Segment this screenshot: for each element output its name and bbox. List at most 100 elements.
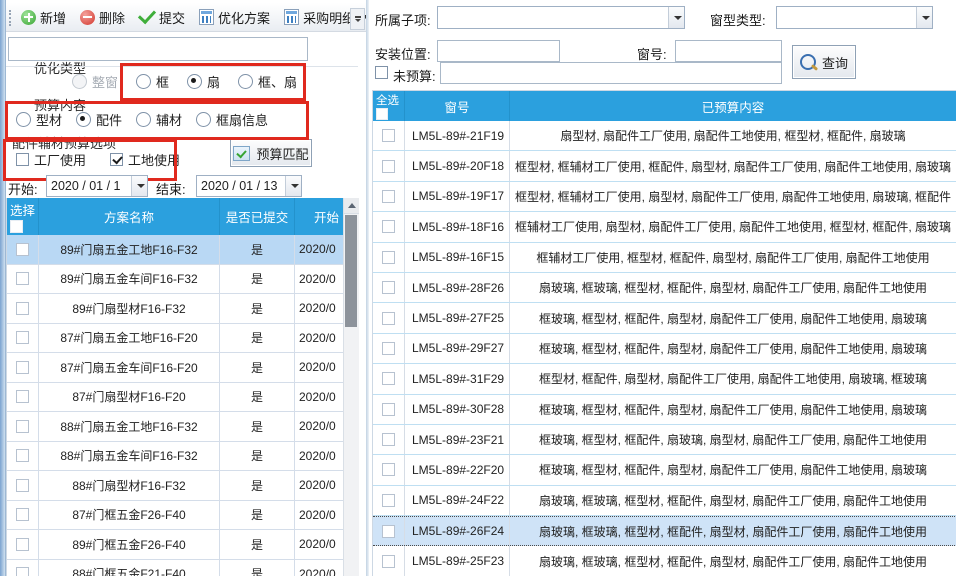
plan-table: 选择 方案名称 是否已提交 开始 89#门扇五金工地F16-F32是2020/0… <box>6 198 359 576</box>
submitted-column-header[interactable]: 是否已提交 <box>220 198 295 235</box>
table-row[interactable]: LM5L-89#-21F19扇型材, 扇配件工厂使用, 扇配件工地使用, 框型材… <box>373 121 956 151</box>
submitted-cell: 是 <box>220 235 295 264</box>
toolbar-grip[interactable] <box>9 10 11 26</box>
row-checkbox[interactable] <box>16 479 29 492</box>
row-checkbox[interactable] <box>382 129 395 142</box>
date-end-picker[interactable]: 2020 / 01 / 13 <box>196 175 302 197</box>
table-row[interactable]: 87#门框五金F26-F40是2020/0 <box>7 501 359 531</box>
row-checkbox[interactable] <box>16 361 29 374</box>
row-checkbox[interactable] <box>382 372 395 385</box>
row-checkbox[interactable] <box>382 281 395 294</box>
submit-button[interactable]: 提交 <box>136 6 188 29</box>
row-checkbox[interactable] <box>382 312 395 325</box>
select-all-checkbox[interactable] <box>10 220 23 233</box>
row-checkbox[interactable] <box>16 567 29 576</box>
table-row[interactable]: LM5L-89#-25F23扇玻璃, 框玻璃, 框型材, 框配件, 扇型材, 扇… <box>373 546 956 576</box>
table-row[interactable]: LM5L-89#-31F29框型材, 框配件, 扇型材, 扇配件工厂使用, 扇配… <box>373 364 956 394</box>
table-row[interactable]: 88#门扇五金工地F16-F32是2020/0 <box>7 412 359 442</box>
optimization-plan-button[interactable]: 优化方案 <box>196 6 273 29</box>
row-checkbox[interactable] <box>382 220 395 233</box>
row-checkbox[interactable] <box>16 508 29 521</box>
table-row[interactable]: 89#门框五金F26-F40是2020/0 <box>7 530 359 560</box>
radio-option[interactable]: 扇 <box>187 72 220 91</box>
row-select-cell <box>373 303 405 332</box>
add-button[interactable]: 新增 <box>18 6 69 29</box>
scrollbar-thumb[interactable] <box>345 215 357 327</box>
table-row[interactable]: 88#门扇五金车间F16-F32是2020/0 <box>7 442 359 472</box>
table-row[interactable]: LM5L-89#-26F24扇玻璃, 框玻璃, 框型材, 框配件, 扇型材, 扇… <box>373 516 956 546</box>
table-row[interactable]: 87#门扇型材F16-F20是2020/0 <box>7 383 359 413</box>
budget-match-button[interactable]: 预算匹配 <box>230 139 312 167</box>
table-row[interactable]: 88#门扇型材F16-F32是2020/0 <box>7 471 359 501</box>
budgeted-content-column-header[interactable]: 已预算内容 <box>510 91 956 121</box>
row-checkbox[interactable] <box>16 538 29 551</box>
row-checkbox[interactable] <box>16 243 29 256</box>
row-checkbox[interactable] <box>382 403 395 416</box>
radio-option[interactable]: 配件 <box>76 110 122 129</box>
plan-name-cell: 88#门扇五金车间F16-F32 <box>39 442 220 471</box>
row-checkbox[interactable] <box>382 160 395 173</box>
table-row[interactable]: 89#门扇型材F16-F32是2020/0 <box>7 294 359 324</box>
row-checkbox[interactable] <box>16 302 29 315</box>
row-checkbox[interactable] <box>382 555 395 568</box>
select-all-checkbox[interactable] <box>376 108 388 120</box>
install-position-input[interactable] <box>437 40 560 62</box>
table-row[interactable]: 88#门框五金F21-F40是2020/0 <box>7 560 359 576</box>
window-type-combobox[interactable] <box>776 6 933 29</box>
no-budget-input[interactable] <box>440 62 782 84</box>
row-checkbox[interactable] <box>382 251 395 264</box>
table-row[interactable]: 87#门扇五金车间F16-F20是2020/0 <box>7 353 359 383</box>
table-row[interactable]: LM5L-89#-16F15框辅材工厂使用, 框型材, 框配件, 扇型材, 扇配… <box>373 243 956 273</box>
sub-item-combobox[interactable] <box>437 6 685 29</box>
radio-option[interactable]: 辅材 <box>136 110 182 129</box>
delete-button[interactable]: 删除 <box>77 6 128 29</box>
table-row[interactable]: 87#门扇五金工地F16-F20是2020/0 <box>7 324 359 354</box>
add-icon <box>21 10 36 25</box>
table-row[interactable]: LM5L-89#-27F25框玻璃, 框型材, 框配件, 扇型材, 扇配件工厂使… <box>373 303 956 333</box>
select-all-header-label: 全选 <box>376 92 399 108</box>
no-budget-checkbox[interactable] <box>375 66 388 79</box>
row-checkbox[interactable] <box>16 331 29 344</box>
checkbox-option[interactable]: 工地使用 <box>110 150 180 169</box>
query-button[interactable]: 查询 <box>792 45 856 79</box>
radio-option[interactable]: 框 <box>136 72 169 91</box>
table-row[interactable]: LM5L-89#-23F21框玻璃, 框型材, 框配件, 扇玻璃, 扇型材, 扇… <box>373 425 956 455</box>
row-checkbox[interactable] <box>382 190 395 203</box>
row-checkbox[interactable] <box>16 390 29 403</box>
sub-item-dropdown-button[interactable] <box>668 7 684 28</box>
table-row[interactable]: LM5L-89#-28F26扇玻璃, 框玻璃, 框型材, 框配件, 扇型材, 扇… <box>373 273 956 303</box>
window-type-dropdown-button[interactable] <box>916 7 932 28</box>
row-checkbox[interactable] <box>16 272 29 285</box>
table-row[interactable]: LM5L-89#-19F17框型材, 框辅材工厂使用, 扇型材, 扇配件工厂使用… <box>373 182 956 212</box>
table-row[interactable]: LM5L-89#-22F20框玻璃, 框型材, 框配件, 扇型材, 扇配件工厂使… <box>373 455 956 485</box>
table-row[interactable]: 89#门扇五金工地F16-F32是2020/0 <box>7 235 359 265</box>
radio-option[interactable]: 框、扇 <box>238 72 297 91</box>
plan-name-column-header[interactable]: 方案名称 <box>39 198 220 235</box>
table-row[interactable]: LM5L-89#-18F16框辅材工厂使用, 扇型材, 扇配件工厂使用, 扇配件… <box>373 212 956 242</box>
row-checkbox[interactable] <box>382 494 395 507</box>
window-no-cell: LM5L-89#-25F23 <box>405 546 510 575</box>
scroll-up-button[interactable] <box>344 198 359 214</box>
date-start-dropdown-button[interactable] <box>131 176 147 196</box>
row-checkbox[interactable] <box>16 420 29 433</box>
table-row[interactable]: LM5L-89#-29F27框玻璃, 框型材, 框配件, 扇型材, 扇配件工厂使… <box>373 334 956 364</box>
table-row[interactable]: LM5L-89#-24F22扇玻璃, 框玻璃, 框型材, 框配件, 扇型材, 扇… <box>373 486 956 516</box>
table-row[interactable]: LM5L-89#-20F18框型材, 框辅材工厂使用, 框配件, 扇型材, 扇配… <box>373 151 956 181</box>
table-row[interactable]: 89#门扇五金车间F16-F32是2020/0 <box>7 265 359 295</box>
row-checkbox[interactable] <box>16 449 29 462</box>
row-checkbox[interactable] <box>382 433 395 446</box>
window-no-input[interactable] <box>675 40 782 62</box>
row-checkbox[interactable] <box>382 342 395 355</box>
panel-divider[interactable] <box>366 0 369 576</box>
radio-option[interactable]: 框扇信息 <box>196 110 268 129</box>
row-checkbox[interactable] <box>382 525 395 538</box>
window-no-column-header[interactable]: 窗号 <box>405 91 510 121</box>
date-start-picker[interactable]: 2020 / 01 / 1 <box>46 175 148 197</box>
date-end-dropdown-button[interactable] <box>285 176 301 196</box>
row-checkbox[interactable] <box>382 463 395 476</box>
table-row[interactable]: LM5L-89#-30F28框玻璃, 框型材, 框配件, 扇型材, 扇配件工厂使… <box>373 395 956 425</box>
checkbox-option[interactable]: 工厂使用 <box>16 150 86 169</box>
vertical-scrollbar[interactable] <box>343 198 359 576</box>
toolbar-overflow-button[interactable] <box>350 8 365 30</box>
radio-option[interactable]: 型材 <box>16 110 62 129</box>
